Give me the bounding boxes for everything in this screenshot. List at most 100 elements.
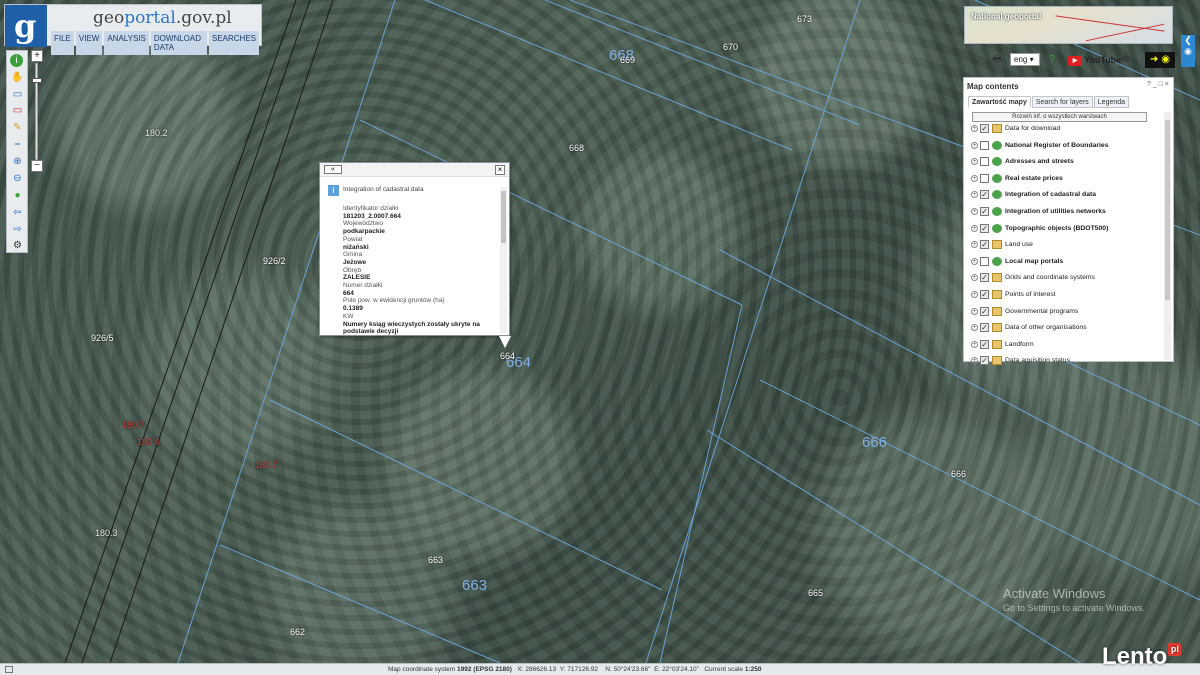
forward-arrow-icon[interactable]: ⇨: [10, 223, 25, 236]
expand-node-icon[interactable]: +: [971, 257, 978, 265]
zoom-slider[interactable]: + −: [30, 50, 44, 172]
layer-checkbox[interactable]: ✓: [980, 339, 989, 349]
expand-node-icon[interactable]: +: [971, 191, 978, 199]
accessibility-icon[interactable]: ☸: [1120, 53, 1132, 67]
popup-layer-title: Integration of cadastral data: [343, 186, 424, 193]
layer-checkbox[interactable]: ✓: [980, 323, 989, 333]
expand-node-icon[interactable]: +: [971, 291, 978, 298]
menu-file[interactable]: FILE: [51, 31, 74, 55]
status-toggle-icon[interactable]: [5, 666, 13, 673]
popup-scroll-thumb[interactable]: [501, 191, 506, 243]
layer-checkbox[interactable]: ✓: [980, 223, 989, 233]
layer-item[interactable]: + ✓ Data aquisition status: [970, 355, 1165, 369]
menu-searches[interactable]: SEARCHES: [208, 31, 259, 55]
layer-item[interactable]: + ✓ Integration of cadastral data: [970, 189, 1165, 203]
expand-node-icon[interactable]: +: [971, 357, 978, 365]
layer-checkbox[interactable]: ✓: [980, 273, 989, 283]
layer-item[interactable]: + Real estate prices: [970, 173, 1165, 187]
info-tool-icon[interactable]: i: [10, 54, 23, 67]
side-eye-icon: ◉: [1184, 46, 1192, 56]
n-label: N:: [605, 666, 612, 673]
layer-checkbox[interactable]: ✓: [980, 306, 989, 316]
layer-item[interactable]: + ✓ Topographic objects (BDOT500): [970, 223, 1165, 237]
measure-icon[interactable]: ═: [10, 138, 25, 151]
pan-hand-icon[interactable]: ✋: [10, 71, 25, 84]
tab-map-contents[interactable]: Zawartość mapy: [968, 96, 1031, 108]
popup-back-button[interactable]: «: [324, 165, 342, 174]
layer-item[interactable]: + ✓ Land use: [970, 239, 1165, 253]
expand-node-icon[interactable]: +: [971, 158, 978, 166]
layer-item[interactable]: + ✓ Landform: [970, 339, 1165, 353]
panel-help-icon[interactable]: ?: [1147, 81, 1151, 88]
layer-checkbox[interactable]: [980, 256, 989, 266]
national-geoportal-overview[interactable]: National geoportal: [964, 6, 1173, 44]
geoportal-logo[interactable]: g: [5, 5, 47, 47]
help-icon[interactable]: ?: [1046, 53, 1058, 67]
layer-checkbox[interactable]: [980, 173, 989, 183]
layer-item[interactable]: + Local map portals: [970, 256, 1165, 270]
attr-label: Obręb: [343, 266, 362, 274]
popup-scrollbar[interactable]: [500, 187, 507, 333]
menu-view[interactable]: VIEW: [75, 31, 103, 55]
panel-minimize-icon[interactable]: _: [1153, 81, 1157, 88]
menu-download-data[interactable]: DOWNLOAD DATA: [150, 31, 207, 55]
layer-scrollbar[interactable]: [1164, 112, 1171, 360]
expand-all-layers-button[interactable]: Rozwiń inf. o wszystkich warstwach: [972, 112, 1147, 122]
zoom-plus-button[interactable]: +: [31, 50, 43, 62]
tab-search-layers[interactable]: Search for layers: [1031, 96, 1093, 108]
expand-node-icon[interactable]: +: [971, 307, 978, 315]
layer-item[interactable]: + ✓ Integration of utilities networks: [970, 206, 1165, 220]
popup-close-button[interactable]: ×: [495, 165, 505, 175]
elevation-label: 180.7: [255, 460, 278, 470]
layer-checkbox[interactable]: ✓: [980, 356, 989, 366]
zoom-out-box-icon[interactable]: ▭: [10, 104, 25, 117]
layer-checkbox[interactable]: [980, 157, 989, 167]
expand-node-icon[interactable]: +: [971, 208, 978, 215]
printer-icon[interactable]: 🖶: [990, 53, 1004, 67]
layer-item[interactable]: + Adresses and streets: [970, 156, 1165, 170]
expand-node-icon[interactable]: +: [971, 274, 978, 282]
back-arrow-icon[interactable]: ⇦: [10, 206, 25, 219]
expand-node-icon[interactable]: +: [971, 224, 978, 232]
high-contrast-button[interactable]: ➜ ◉: [1145, 52, 1175, 68]
zoom-box-icon[interactable]: ▭: [10, 88, 25, 101]
layer-checkbox[interactable]: ✓: [980, 124, 989, 133]
expand-node-icon[interactable]: +: [971, 125, 978, 132]
zoom-thumb[interactable]: [32, 78, 42, 83]
tab-legend[interactable]: Legenda: [1093, 96, 1130, 108]
layer-label: Data for download: [1005, 125, 1061, 132]
layer-item[interactable]: + National Register of Boundaries: [970, 140, 1165, 154]
layer-checkbox[interactable]: ✓: [980, 290, 989, 299]
logo-letter: g: [14, 7, 37, 45]
layer-checkbox[interactable]: ✓: [980, 240, 989, 250]
layer-item[interactable]: + ✓ Points of interest: [970, 289, 1165, 303]
layer-checkbox[interactable]: [980, 140, 989, 150]
zoom-in-icon[interactable]: ⊕: [10, 155, 25, 168]
zoom-minus-button[interactable]: −: [31, 160, 43, 172]
status-bar: Map coordinate system 1992 (EPSG 2180) X…: [0, 663, 1200, 675]
zoom-out-icon[interactable]: ⊖: [10, 172, 25, 185]
globe-icon[interactable]: ●: [10, 189, 25, 202]
panel-close-icon[interactable]: ×: [1165, 81, 1169, 88]
layer-item[interactable]: + ✓ Data for download: [970, 123, 1165, 137]
layer-item[interactable]: + ✓ Data of other organisations: [970, 322, 1165, 336]
layer-scroll-thumb[interactable]: [1165, 120, 1170, 300]
expand-node-icon[interactable]: +: [971, 174, 978, 182]
panel-maximize-icon[interactable]: □: [1159, 81, 1163, 88]
info-icon: i: [328, 185, 339, 196]
menu-analysis[interactable]: ANALYSIS: [104, 31, 149, 55]
layer-item[interactable]: + ✓ Grids and coordinate systems: [970, 272, 1165, 286]
expand-node-icon[interactable]: +: [971, 340, 978, 348]
expand-node-icon[interactable]: +: [971, 141, 978, 149]
elevation-label: 180.7: [122, 420, 145, 430]
layer-item[interactable]: + ✓ Governmental programs: [970, 306, 1165, 320]
language-select[interactable]: eng ▾: [1010, 53, 1040, 66]
pencil-icon[interactable]: ✎: [10, 121, 25, 134]
youtube-link[interactable]: ▶ YouTube: [1068, 53, 1121, 67]
layer-checkbox[interactable]: ✓: [980, 207, 989, 216]
settings-icon[interactable]: ⚙: [10, 239, 25, 252]
side-panel-toggle[interactable]: ❮ ◉: [1181, 35, 1195, 67]
layer-checkbox[interactable]: ✓: [980, 190, 989, 200]
expand-node-icon[interactable]: +: [971, 241, 978, 249]
expand-node-icon[interactable]: +: [971, 324, 978, 332]
